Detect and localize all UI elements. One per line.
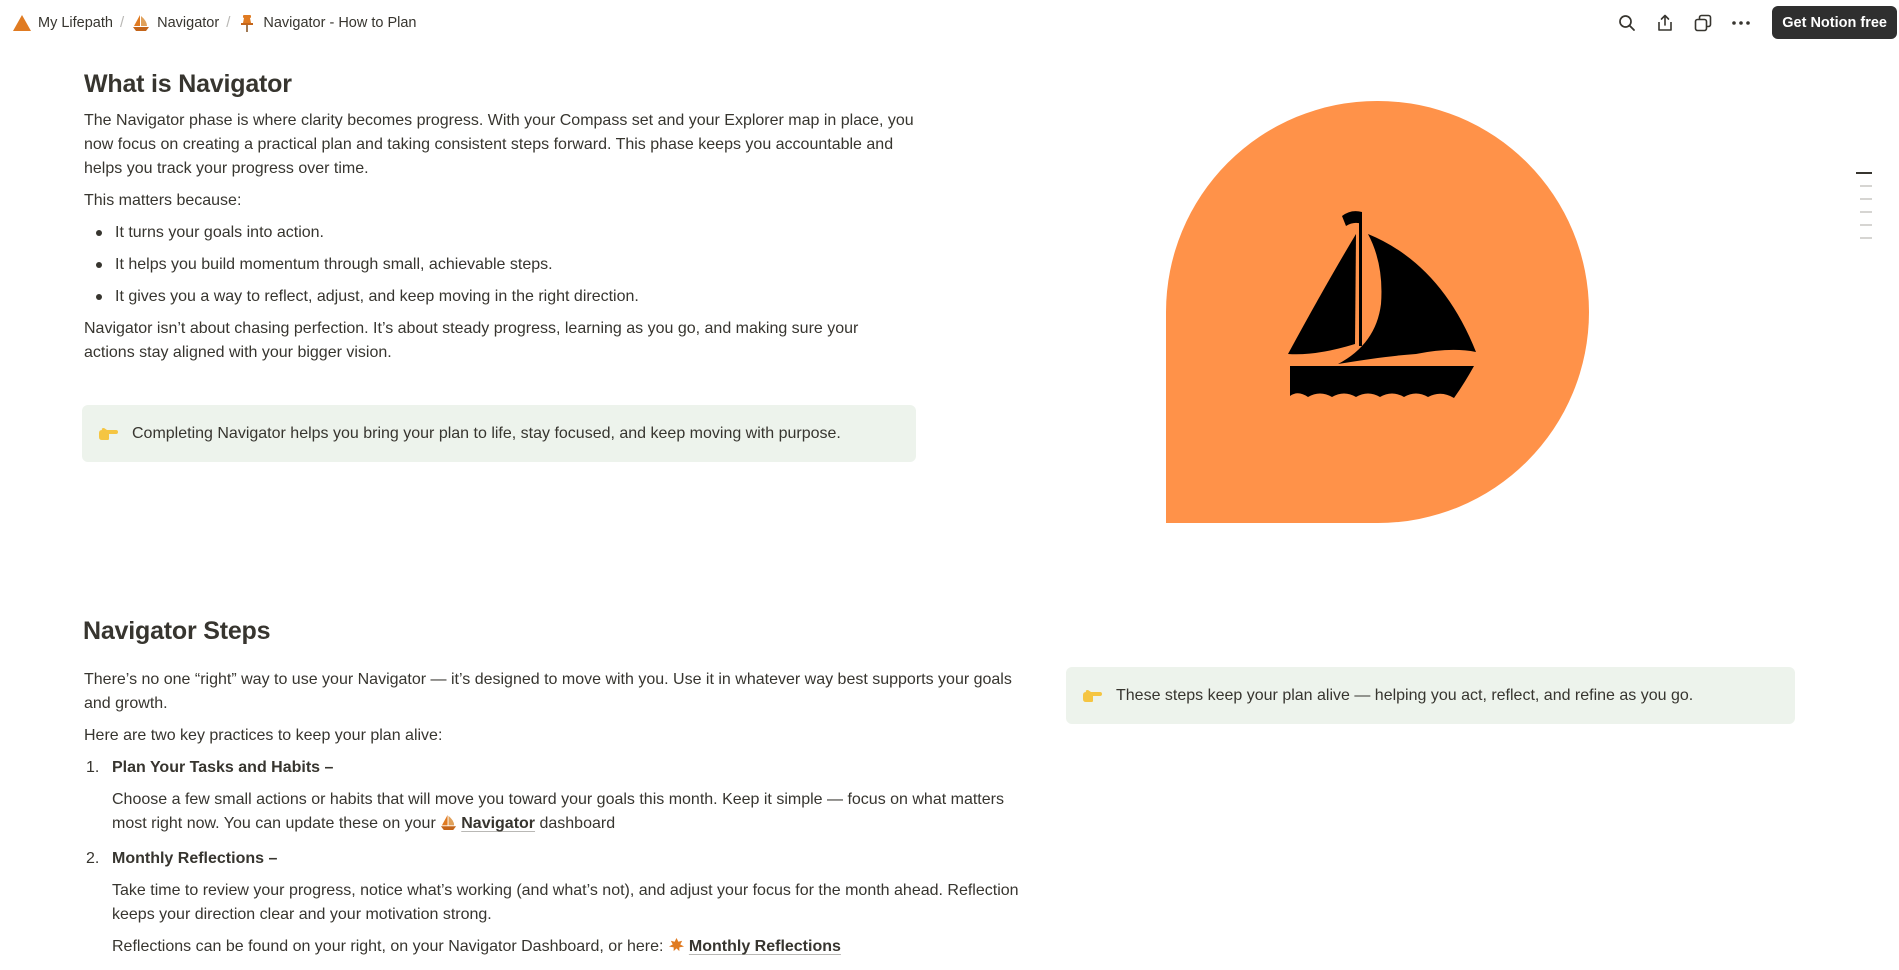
more-options-button[interactable] bbox=[1722, 7, 1760, 39]
maple-leaf-icon bbox=[668, 937, 685, 962]
search-button[interactable] bbox=[1608, 7, 1646, 39]
toc-marker[interactable] bbox=[1860, 237, 1872, 239]
list-item: 1. Plan Your Tasks and Habits – Choose a… bbox=[84, 756, 1024, 839]
closing-paragraph: Navigator isn’t about chasing perfection… bbox=[84, 320, 859, 361]
step-title: 2. Monthly Reflections – bbox=[86, 850, 278, 867]
steps-intro-paragraph: There’s no one “right” way to use your N… bbox=[84, 671, 1012, 712]
breadcrumb-label: Navigator bbox=[157, 14, 220, 31]
breadcrumb-separator: / bbox=[226, 14, 231, 31]
callout-text: These steps keep your plan alive — helpi… bbox=[1116, 686, 1694, 704]
more-horizontal-icon bbox=[1732, 20, 1751, 25]
section-heading-what-is-navigator: What is Navigator bbox=[84, 70, 292, 98]
bullet-dot bbox=[96, 230, 102, 236]
share-button[interactable] bbox=[1646, 7, 1684, 39]
intro-paragraph: The Navigator phase is where clarity bec… bbox=[84, 112, 914, 177]
breadcrumb-label: Navigator - How to Plan bbox=[263, 14, 417, 31]
toc-marker[interactable] bbox=[1856, 172, 1872, 174]
toc-marker[interactable] bbox=[1860, 211, 1872, 213]
breadcrumb-item-how-to-plan[interactable]: Navigator - How to Plan bbox=[231, 10, 422, 36]
breadcrumb-label: My Lifepath bbox=[38, 14, 113, 31]
search-icon bbox=[1619, 14, 1636, 31]
list-item: It turns your goals into action. bbox=[86, 221, 916, 253]
pointing-hand-icon bbox=[1080, 689, 1104, 703]
bullet-list: It turns your goals into action. It help… bbox=[86, 221, 916, 317]
callout-navigator-purpose: Completing Navigator helps you bring you… bbox=[82, 405, 916, 462]
hero-illustration bbox=[1166, 101, 1589, 523]
step-body: Choose a few small actions or habits tha… bbox=[84, 788, 1024, 839]
practices-paragraph: Here are two key practices to keep your … bbox=[84, 727, 443, 744]
callout-text: Completing Navigator helps you bring you… bbox=[132, 424, 841, 442]
breadcrumb: My Lifepath / Navigator / Navigator - Ho… bbox=[6, 10, 423, 36]
pushpin-icon bbox=[237, 13, 257, 33]
sailboat-icon bbox=[131, 13, 151, 33]
breadcrumb-item-navigator[interactable]: Navigator bbox=[125, 10, 225, 36]
toc-marker[interactable] bbox=[1860, 224, 1872, 226]
monthly-reflections-link[interactable]: Monthly Reflections bbox=[689, 938, 841, 955]
breadcrumb-item-my-lifepath[interactable]: My Lifepath bbox=[6, 10, 119, 36]
get-notion-free-button[interactable]: Get Notion free bbox=[1772, 6, 1897, 39]
sailboat-icon bbox=[440, 814, 457, 839]
bullet-dot bbox=[96, 294, 102, 300]
step-extra: Reflections can be found on your right, … bbox=[84, 935, 1024, 962]
navigator-dashboard-link[interactable]: Navigator bbox=[461, 815, 535, 832]
matters-paragraph: This matters because: bbox=[84, 192, 242, 209]
toc-marker[interactable] bbox=[1860, 185, 1872, 187]
duplicate-button[interactable] bbox=[1684, 7, 1722, 39]
step-title: 1. Plan Your Tasks and Habits – bbox=[86, 759, 334, 776]
duplicate-icon bbox=[1694, 14, 1712, 31]
list-item: It gives you a way to reflect, adjust, a… bbox=[86, 285, 916, 317]
top-bar: My Lifepath / Navigator / Navigator - Ho… bbox=[0, 0, 1899, 45]
section-heading-navigator-steps: Navigator Steps bbox=[83, 617, 271, 645]
callout-steps-alive: These steps keep your plan alive — helpi… bbox=[1066, 667, 1795, 724]
table-of-contents-markers[interactable] bbox=[1856, 172, 1872, 250]
list-item: It helps you build momentum through smal… bbox=[86, 253, 916, 285]
toolbar: Get Notion free bbox=[1608, 0, 1899, 45]
share-icon bbox=[1658, 14, 1673, 31]
warning-triangle-icon bbox=[12, 13, 32, 33]
steps-list: 1. Plan Your Tasks and Habits – Choose a… bbox=[84, 756, 1024, 970]
toc-marker[interactable] bbox=[1860, 198, 1872, 200]
bullet-dot bbox=[96, 262, 102, 268]
breadcrumb-separator: / bbox=[119, 14, 125, 31]
pointing-hand-icon bbox=[96, 427, 120, 441]
sailboat-icon bbox=[1288, 211, 1476, 398]
step-body: Take time to review your progress, notic… bbox=[112, 882, 1019, 923]
